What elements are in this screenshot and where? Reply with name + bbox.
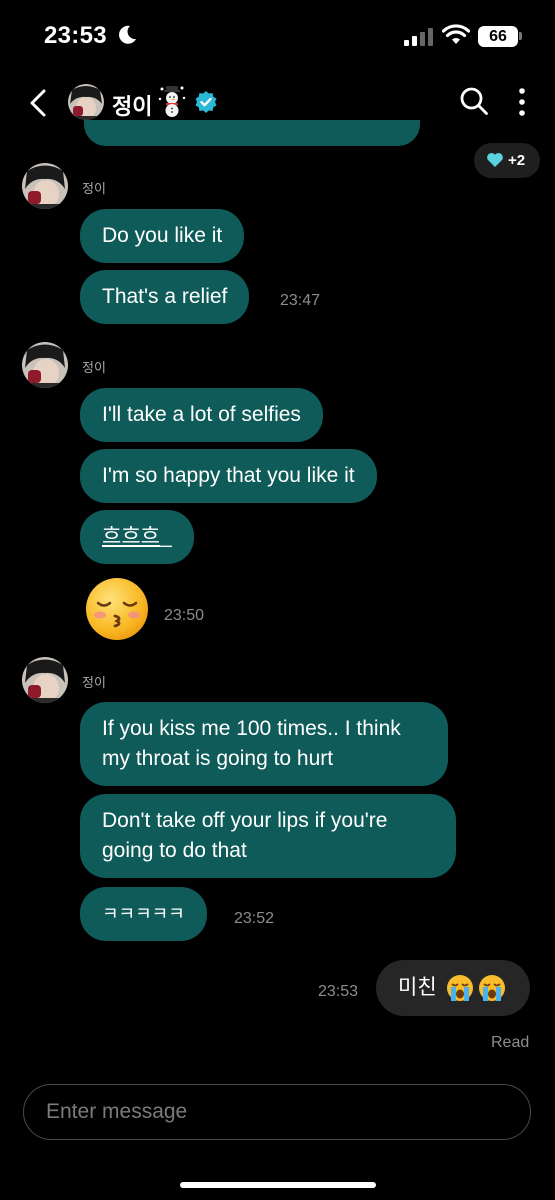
sender-name: 정이 bbox=[82, 675, 106, 690]
message-bubble[interactable]: I'll take a lot of selfies bbox=[80, 388, 323, 442]
sender-name: 정이 bbox=[82, 360, 106, 375]
crying-face-emoji bbox=[447, 975, 473, 1001]
message-bubble[interactable]: Don't take off your lips if you're going… bbox=[80, 794, 456, 878]
message-bubble[interactable]: ㅋㅋㅋㅋㅋ bbox=[80, 887, 207, 941]
outgoing-message-bubble[interactable]: 미친 bbox=[376, 960, 530, 1016]
message-bubble[interactable]: If you kiss me 100 times.. I think my th… bbox=[80, 702, 448, 786]
kissing-face-emoji[interactable] bbox=[84, 576, 150, 642]
outgoing-message-text: 미친 bbox=[398, 976, 437, 999]
back-icon[interactable] bbox=[26, 88, 52, 118]
message-time: 23:50 bbox=[164, 607, 205, 624]
outgoing-message-time: 23:53 bbox=[318, 983, 359, 1000]
message-time: 23:47 bbox=[280, 292, 321, 309]
previous-message-bubble bbox=[84, 120, 420, 146]
sender-avatar[interactable] bbox=[22, 163, 68, 209]
message-input[interactable] bbox=[23, 1084, 531, 1140]
message-bubble[interactable]: Do you like it bbox=[80, 209, 245, 263]
battery-icon: 66 bbox=[478, 26, 518, 47]
moon-icon bbox=[119, 25, 136, 44]
battery-tip bbox=[519, 32, 522, 40]
contact-name[interactable]: 정이 bbox=[112, 89, 152, 121]
read-receipt: Read bbox=[491, 1034, 530, 1051]
snowman-icon bbox=[158, 86, 186, 117]
message-time: 23:52 bbox=[234, 910, 275, 927]
heart-icon bbox=[487, 153, 503, 167]
cellular-signal-icon bbox=[404, 28, 433, 46]
message-bubble[interactable]: That's a relief bbox=[80, 270, 250, 324]
more-icon[interactable] bbox=[512, 86, 532, 118]
chat-screen: 23:53 66 정이 +2 정이 Do you like it That's … bbox=[0, 0, 555, 1200]
message-text: 흐흐흐 bbox=[102, 525, 160, 548]
reaction-count: +2 bbox=[508, 152, 526, 169]
sender-avatar[interactable] bbox=[22, 342, 68, 388]
status-time: 23:53 bbox=[44, 22, 107, 49]
message-bubble[interactable]: I'm so happy that you like it bbox=[80, 449, 377, 503]
sender-name: 정이 bbox=[82, 181, 106, 196]
contact-avatar[interactable] bbox=[68, 84, 104, 120]
status-bar: 23:53 66 bbox=[0, 0, 555, 74]
home-indicator bbox=[180, 1182, 376, 1188]
crying-face-emoji bbox=[479, 975, 505, 1001]
message-bubble[interactable]: 흐흐흐_ bbox=[80, 510, 194, 564]
verified-badge-icon bbox=[195, 91, 217, 113]
sender-avatar[interactable] bbox=[22, 657, 68, 703]
search-icon[interactable] bbox=[459, 86, 489, 116]
wifi-icon bbox=[442, 24, 470, 44]
reaction-badge[interactable]: +2 bbox=[474, 143, 540, 178]
